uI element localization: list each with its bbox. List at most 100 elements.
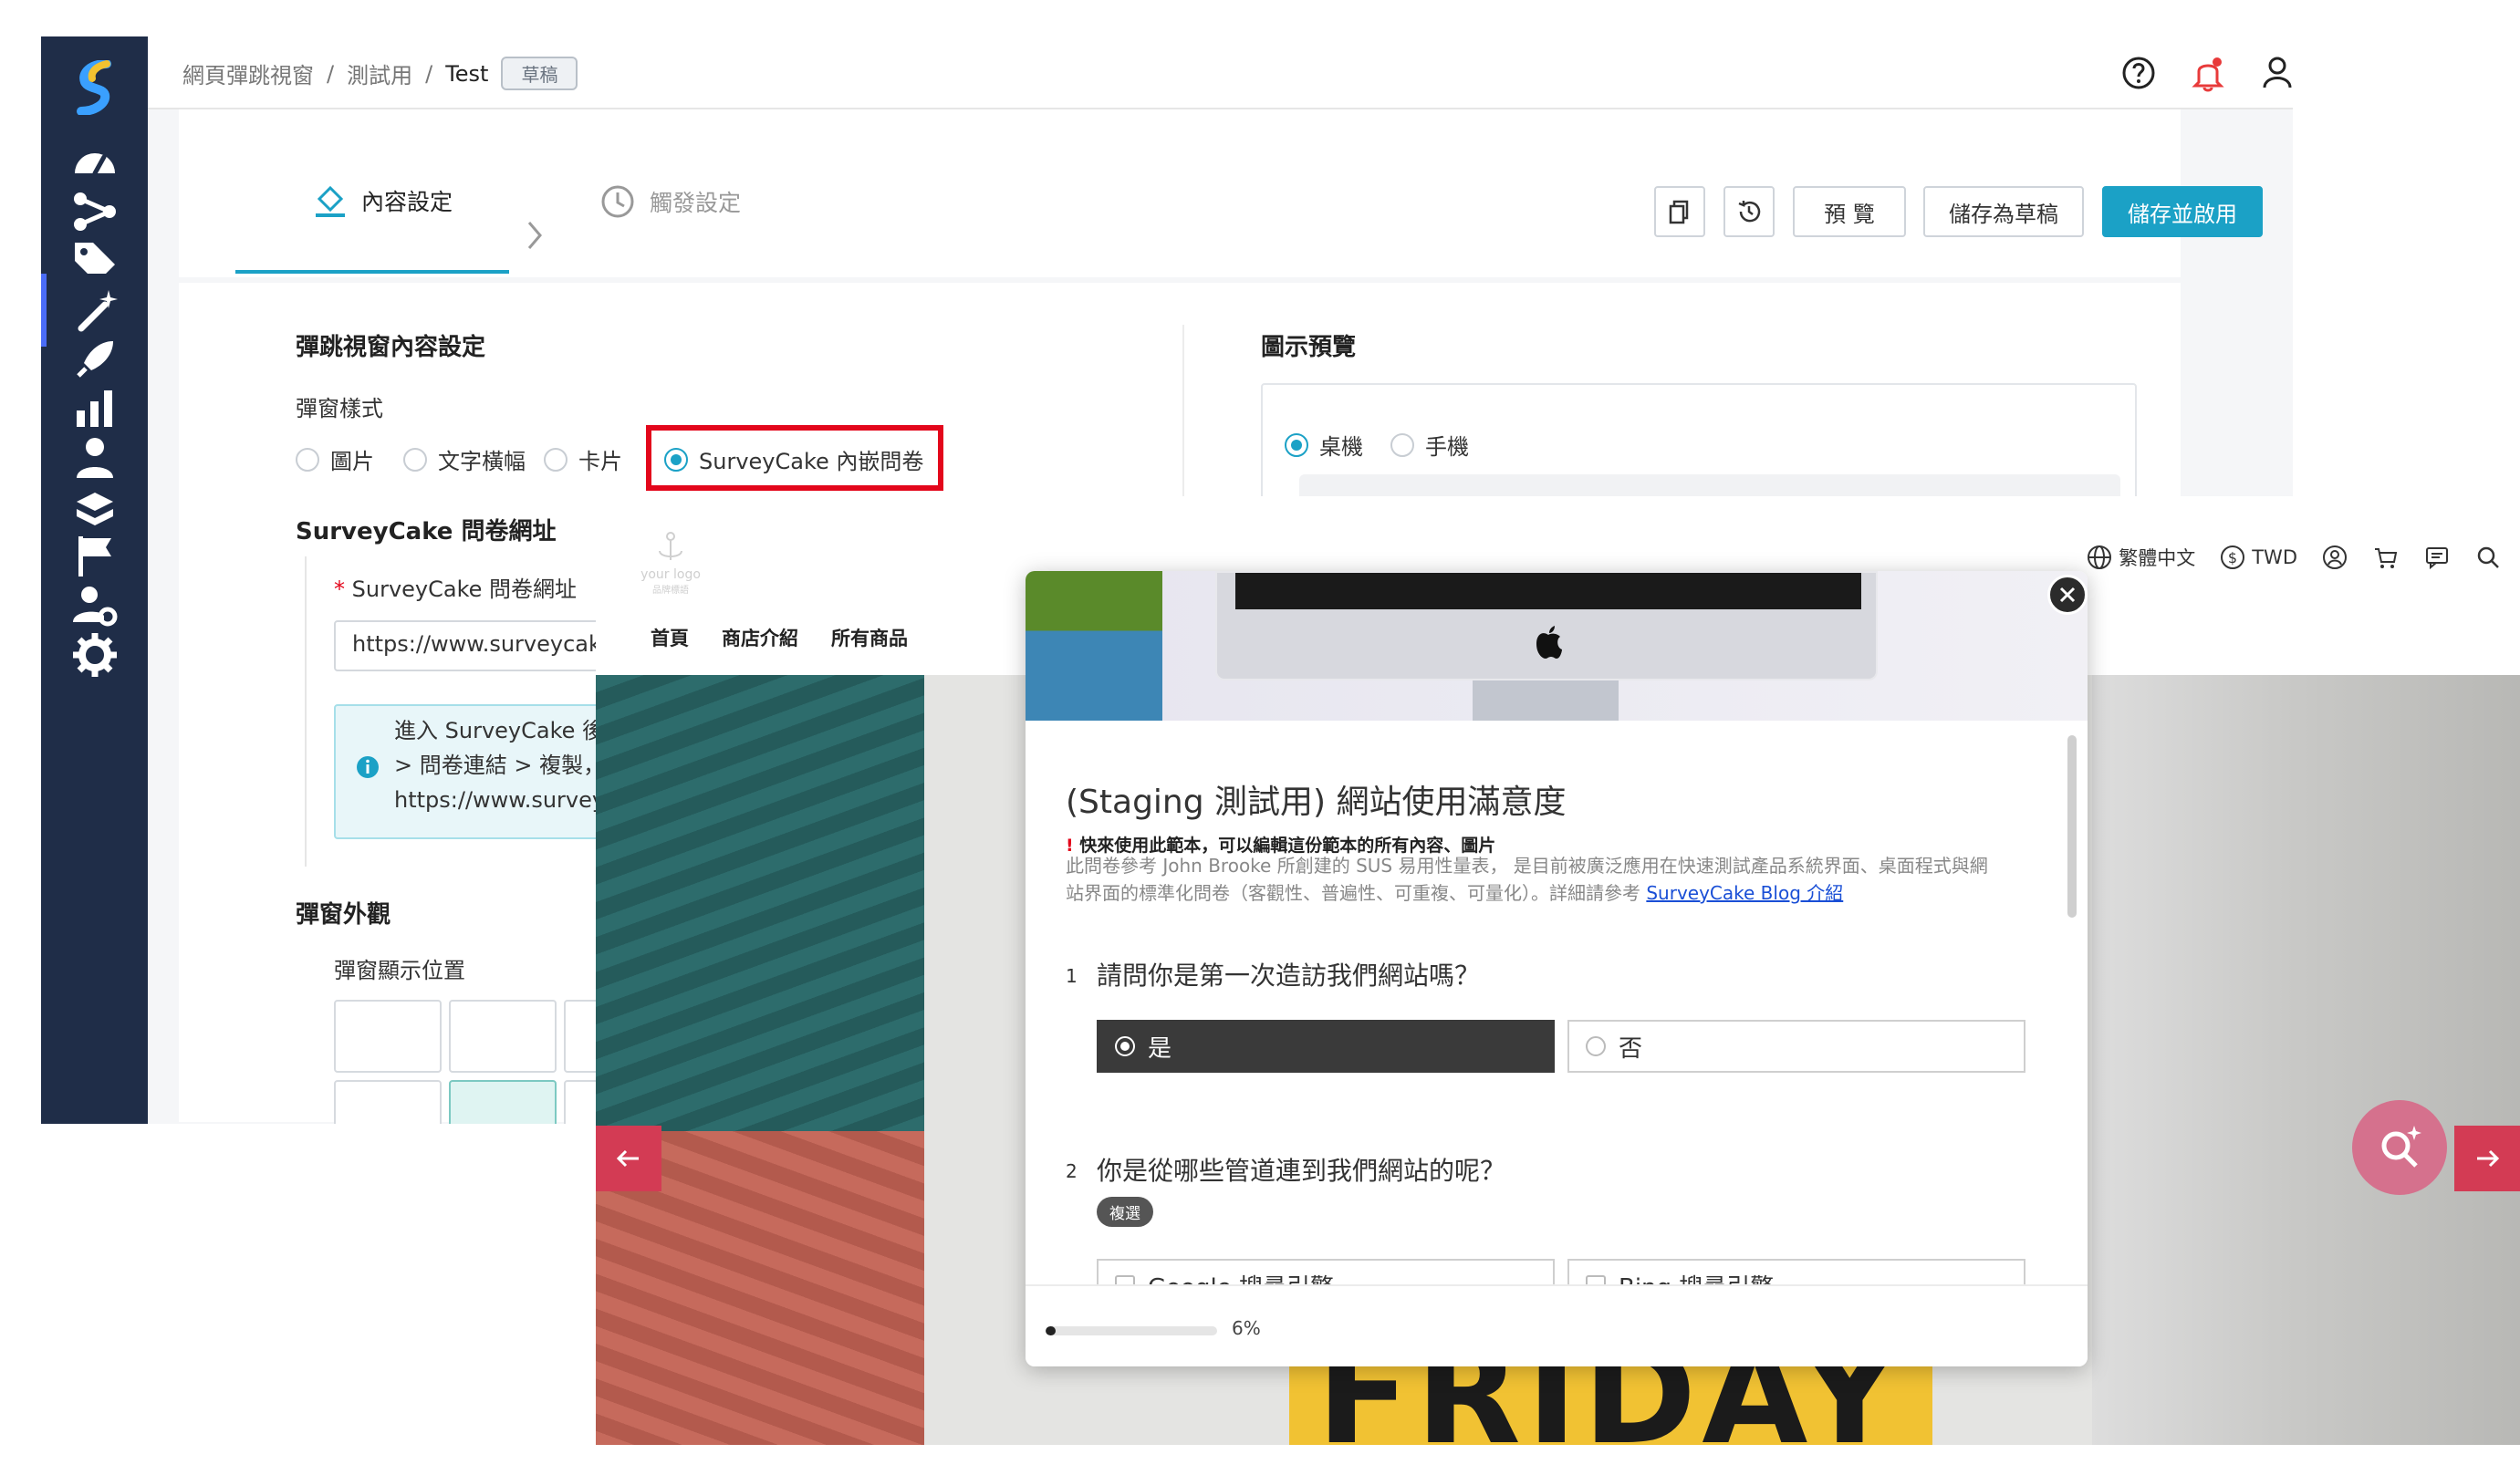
position-label: 彈窗顯示位置 bbox=[334, 958, 465, 983]
hero-prev-button[interactable] bbox=[596, 1126, 661, 1191]
style-option-surveycake[interactable]: SurveyCake 內嵌問卷 bbox=[664, 443, 923, 475]
history-icon bbox=[1738, 201, 1761, 223]
bell-icon[interactable] bbox=[2186, 51, 2230, 95]
progress-bar bbox=[1046, 1326, 1217, 1335]
question-number: 1 bbox=[1066, 965, 1078, 987]
breadcrumb-separator: / bbox=[425, 60, 433, 87]
nav-item-about[interactable]: 商店介紹 bbox=[722, 624, 798, 651]
site-logo[interactable]: your logo 品牌標語 bbox=[634, 531, 707, 596]
option-label: SurveyCake 內嵌問卷 bbox=[699, 449, 924, 474]
radio-button[interactable] bbox=[664, 447, 688, 472]
radio-button[interactable] bbox=[296, 447, 319, 472]
breadcrumb: 網頁彈跳視窗 / 測試用 / Test 草稿 bbox=[182, 57, 578, 90]
preview-button[interactable]: 預 覽 bbox=[1793, 186, 1906, 237]
popup-banner-image bbox=[1026, 571, 2088, 721]
device-mobile[interactable]: 手機 bbox=[1390, 429, 1469, 461]
survey-title: (Staging 測試用) 網站使用滿意度 bbox=[1066, 784, 1567, 821]
monitor-image bbox=[1215, 571, 1878, 680]
position-cell[interactable] bbox=[334, 1080, 442, 1124]
radio-button[interactable] bbox=[1586, 1036, 1606, 1056]
step-content-settings[interactable]: 內容設定 bbox=[312, 182, 453, 219]
copy-button[interactable] bbox=[1654, 186, 1705, 237]
url-section-title: SurveyCake 問卷網址 bbox=[296, 518, 557, 545]
save-and-enable-button[interactable]: 儲存並啟用 bbox=[2102, 186, 2263, 237]
hero-next-button[interactable] bbox=[2454, 1126, 2520, 1191]
survey-footer: 6% bbox=[1026, 1284, 2088, 1366]
monitor-stand bbox=[1473, 680, 1619, 721]
plant-image bbox=[1026, 571, 1162, 721]
option-label: 是 bbox=[1148, 1034, 1172, 1063]
save-draft-button[interactable]: 儲存為草稿 bbox=[1923, 186, 2084, 237]
site-header-actions: 繁體中文 $ TWD bbox=[2086, 544, 2502, 571]
progress-fill bbox=[1046, 1326, 1057, 1335]
popup-close-button[interactable] bbox=[2047, 575, 2088, 615]
radio-button[interactable] bbox=[544, 447, 568, 472]
step-label: 內容設定 bbox=[361, 189, 453, 215]
description-line: 此問卷參考 John Brooke 所創建的 SUS 易用性量表， 是目前被廣泛… bbox=[1066, 855, 1988, 877]
breadcrumb-item[interactable]: 測試用 bbox=[347, 57, 412, 89]
currency-switch[interactable]: $ TWD bbox=[2219, 544, 2297, 571]
option-label: 桌機 bbox=[1319, 434, 1363, 460]
position-cell[interactable] bbox=[334, 1000, 442, 1073]
breadcrumb-item[interactable]: 網頁彈跳視窗 bbox=[182, 57, 314, 89]
status-badge: 草稿 bbox=[501, 57, 578, 90]
search-sparkle-icon bbox=[2381, 1126, 2421, 1168]
question-text: 你是從哪些管道連到我們網站的呢？ bbox=[1097, 1156, 1506, 1186]
globe-icon bbox=[2088, 545, 2112, 569]
language-switch[interactable]: 繁體中文 bbox=[2086, 544, 2195, 571]
nav-item-products[interactable]: 所有商品 bbox=[831, 624, 908, 651]
question-number: 2 bbox=[1066, 1160, 1078, 1182]
account-icon[interactable] bbox=[2321, 544, 2348, 571]
position-cell[interactable] bbox=[449, 1000, 557, 1073]
clock-icon bbox=[601, 185, 634, 218]
search-icon[interactable] bbox=[2474, 544, 2502, 571]
message-icon[interactable] bbox=[2423, 544, 2451, 571]
progress-label: 6% bbox=[1232, 1317, 1261, 1339]
language-label: 繁體中文 bbox=[2119, 547, 2196, 569]
radio-button[interactable] bbox=[1390, 432, 1414, 457]
radio-button[interactable] bbox=[1115, 1036, 1135, 1056]
floating-search-button[interactable] bbox=[2352, 1100, 2447, 1195]
arrow-left-icon bbox=[616, 1149, 639, 1168]
sidebar bbox=[41, 36, 148, 1124]
option-label: 圖片 bbox=[330, 449, 374, 474]
survey-description: 此問卷參考 John Brooke 所創建的 SUS 易用性量表， 是目前被廣泛… bbox=[1066, 852, 2024, 907]
device-desktop[interactable]: 桌機 bbox=[1285, 429, 1363, 461]
cart-icon[interactable] bbox=[2372, 544, 2400, 571]
style-option-image[interactable]: 圖片 bbox=[296, 443, 374, 475]
option-label: 卡片 bbox=[578, 449, 622, 474]
blog-link[interactable]: SurveyCake Blog 介紹 bbox=[1646, 882, 1843, 904]
position-cell-selected[interactable] bbox=[449, 1080, 557, 1124]
indent-line bbox=[305, 556, 307, 867]
app-logo-icon[interactable] bbox=[76, 60, 116, 115]
hero-right-image bbox=[2092, 675, 2520, 1445]
sidebar-item-settings[interactable] bbox=[41, 618, 148, 691]
preview-title: 圖示預覽 bbox=[1261, 334, 1357, 361]
user-icon[interactable] bbox=[2255, 51, 2293, 95]
option-label: 否 bbox=[1619, 1034, 1643, 1063]
style-option-card[interactable]: 卡片 bbox=[544, 443, 622, 475]
monitor-screen bbox=[1235, 573, 1861, 609]
popup-scrollbar[interactable] bbox=[2067, 735, 2077, 918]
active-step-indicator bbox=[235, 270, 509, 274]
apple-logo-icon bbox=[1536, 626, 1562, 659]
style-option-text-banner[interactable]: 文字橫幅 bbox=[403, 443, 526, 475]
nav-item-home[interactable]: 首頁 bbox=[651, 624, 689, 651]
appearance-title: 彈窗外觀 bbox=[296, 901, 391, 929]
option-label: 手機 bbox=[1425, 434, 1469, 460]
dollar-icon: $ bbox=[2221, 545, 2245, 569]
breadcrumb-current: Test bbox=[445, 60, 489, 87]
description-line: 站界面的標準化問卷（客觀性、普遍性、可重複、可量化）。詳細請參考 bbox=[1066, 882, 1647, 904]
answer-option-selected[interactable]: 是 bbox=[1097, 1020, 1555, 1073]
help-icon[interactable] bbox=[2117, 51, 2161, 95]
survey-popup: (Staging 測試用) 網站使用滿意度 ! 快來使用此範本，可以編輯這份範本… bbox=[1026, 571, 2088, 1366]
required-mark: * bbox=[334, 576, 345, 602]
paint-bucket-icon bbox=[316, 185, 345, 217]
radio-button[interactable] bbox=[1285, 432, 1308, 457]
question-text: 請問你是第一次造訪我們網站嗎？ bbox=[1097, 961, 1481, 991]
answer-option[interactable]: 否 bbox=[1567, 1020, 2025, 1073]
step-trigger-settings[interactable]: 觸發設定 bbox=[599, 182, 741, 221]
radio-button[interactable] bbox=[403, 447, 427, 472]
gear-icon bbox=[72, 633, 117, 677]
history-button[interactable] bbox=[1723, 186, 1775, 237]
